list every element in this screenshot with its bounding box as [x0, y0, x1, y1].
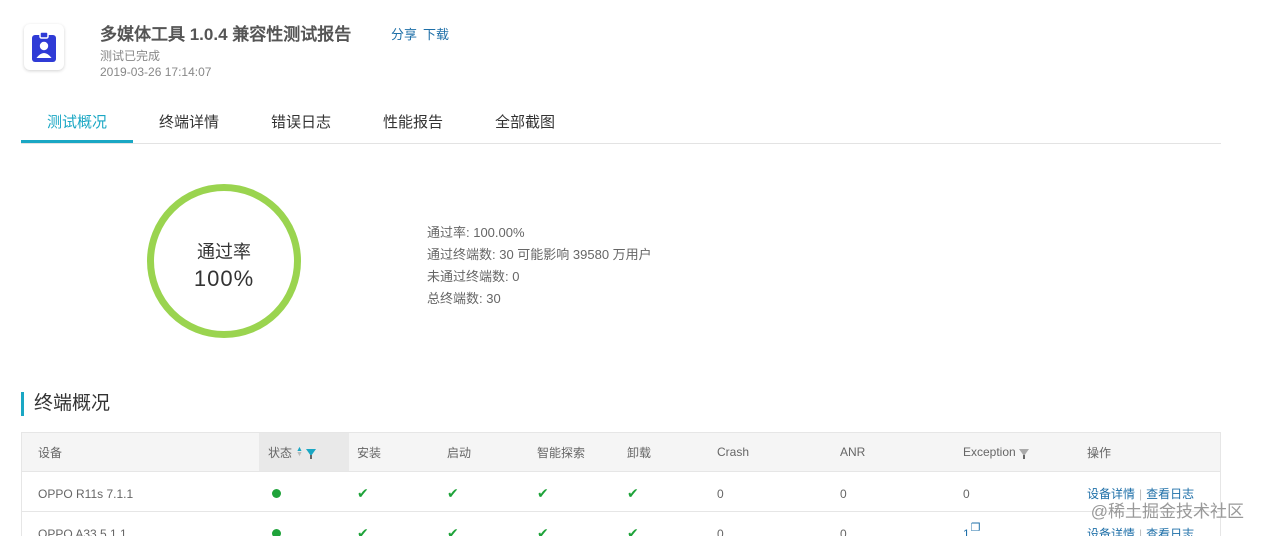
exception-count[interactable]: 1 — [963, 527, 970, 536]
col-exception-label: Exception — [963, 445, 1016, 459]
status-dot-icon — [272, 489, 281, 498]
exception-count: 0 — [963, 486, 970, 501]
col-install: 安装 — [357, 445, 382, 460]
check-icon: ✔ — [627, 525, 639, 536]
app-icon — [24, 24, 64, 70]
share-link[interactable]: 分享 — [391, 27, 417, 42]
device-table: 设备 状态 ▲ ▼ 安装 启动 智能探索 卸载 Crash ANR Excepti… — [21, 432, 1221, 536]
summary-stats: 通过率: 100.00% 通过终端数: 30 可能影响 39580 万用户 未通… — [427, 222, 652, 310]
check-icon: ✔ — [537, 485, 549, 501]
tab-error-log[interactable]: 错误日志 — [245, 104, 357, 143]
check-icon: ✔ — [627, 485, 639, 501]
report-timestamp: 2019-03-26 17:14:07 — [100, 65, 212, 79]
install-cell: ✔ — [349, 512, 439, 536]
report-title: 多媒体工具 1.0.4 兼容性测试报告 — [100, 25, 352, 44]
status-cell — [259, 512, 349, 536]
table-row: OPPO A33 5.1.1 ✔ ✔ ✔ ✔ 0 0 1 ❐ 设备详情 | 查看日志 — [22, 512, 1220, 536]
check-icon: ✔ — [447, 485, 459, 501]
view-log-link[interactable]: 查看日志 — [1146, 525, 1194, 536]
tab-overview[interactable]: 测试概况 — [21, 104, 133, 143]
separator: | — [1139, 526, 1143, 536]
tab-all-screenshots[interactable]: 全部截图 — [469, 104, 581, 143]
exception-cell[interactable]: 1 ❐ — [955, 512, 1079, 536]
device-name: OPPO A33 5.1.1 — [38, 526, 127, 536]
crash-count: 0 — [717, 486, 724, 501]
pass-rate-ring: 通过率 100% — [147, 184, 301, 338]
table-row: OPPO R11s 7.1.1 ✔ ✔ ✔ ✔ 0 0 0 设备详情 | 查看日志 — [22, 472, 1220, 512]
tab-device-details[interactable]: 终端详情 — [133, 104, 245, 143]
stat-total-devices: 总终端数: 30 — [427, 291, 501, 306]
badge-icon — [32, 31, 56, 62]
report-tabs: 测试概况 终端详情 错误日志 性能报告 全部截图 — [21, 104, 1221, 144]
explore-cell: ✔ — [529, 512, 619, 536]
col-smart-explore: 智能探索 — [537, 445, 586, 460]
download-link[interactable]: 下载 — [423, 27, 449, 42]
uninstall-cell: ✔ — [619, 472, 709, 511]
col-status[interactable]: 状态 ▲ ▼ — [259, 433, 349, 471]
col-device: 设备 — [38, 445, 63, 460]
section-title: 终端概况 — [21, 392, 110, 416]
stat-pass-rate: 通过率: 100.00% — [427, 225, 525, 240]
col-uninstall: 卸载 — [627, 445, 652, 460]
device-name: OPPO R11s 7.1.1 — [38, 486, 134, 501]
device-detail-link[interactable]: 设备详情 — [1087, 525, 1135, 536]
sort-icon[interactable]: ▲ ▼ — [296, 446, 303, 458]
anr-count: 0 — [840, 486, 847, 501]
header-links: 分享 下载 — [391, 24, 455, 43]
tab-performance-report[interactable]: 性能报告 — [357, 104, 469, 143]
stat-failed-devices: 未通过终端数: 0 — [427, 269, 520, 284]
col-anr: ANR — [840, 445, 866, 459]
copy-icon[interactable]: ❐ — [971, 521, 981, 534]
uninstall-cell: ✔ — [619, 512, 709, 536]
status-cell — [259, 472, 349, 511]
col-launch: 启动 — [447, 445, 472, 460]
explore-cell: ✔ — [529, 472, 619, 511]
pass-rate-value: 100% — [193, 266, 255, 291]
check-icon: ✔ — [357, 525, 369, 536]
test-status: 测试已完成 — [100, 49, 161, 63]
col-actions: 操作 — [1087, 445, 1112, 460]
check-icon: ✔ — [447, 525, 459, 536]
launch-cell: ✔ — [439, 472, 529, 511]
anr-count: 0 — [840, 526, 847, 536]
status-dot-icon — [272, 529, 281, 536]
pass-rate-label: 通过率 — [197, 242, 251, 262]
check-icon: ✔ — [537, 525, 549, 536]
check-icon: ✔ — [357, 485, 369, 501]
launch-cell: ✔ — [439, 512, 529, 536]
filter-icon[interactable] — [305, 448, 316, 459]
table-header: 设备 状态 ▲ ▼ 安装 启动 智能探索 卸载 Crash ANR Excepti… — [22, 433, 1220, 472]
crash-count: 0 — [717, 526, 724, 536]
col-crash: Crash — [717, 445, 750, 459]
col-exception[interactable]: Exception — [955, 433, 1079, 471]
stat-passed-devices: 通过终端数: 30 可能影响 39580 万用户 — [427, 247, 652, 262]
col-status-label: 状态 — [268, 445, 293, 460]
watermark: @稀土掘金技术社区 — [1090, 502, 1244, 521]
filter-icon[interactable] — [1018, 448, 1029, 459]
install-cell: ✔ — [349, 472, 439, 511]
